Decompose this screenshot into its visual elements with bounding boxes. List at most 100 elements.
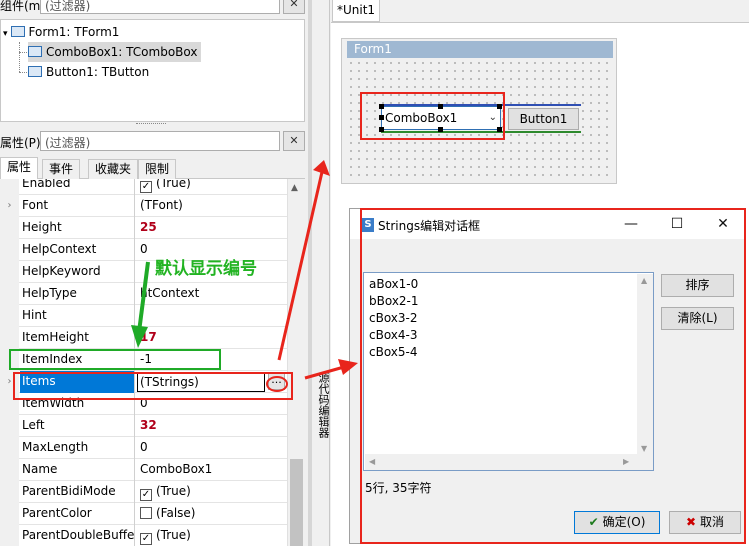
property-row-parentbidimode[interactable]: ParentBidiMode ✓ (True) <box>0 481 287 503</box>
property-row-left[interactable]: Left 32 <box>0 415 287 437</box>
property-filter-label: 属性(P) <box>0 136 41 150</box>
property-value-text: htContext <box>140 286 200 300</box>
property-value[interactable]: (False) <box>137 503 287 525</box>
property-value-text: (False) <box>156 506 196 520</box>
annotation-itemindex-highlight <box>9 349 221 370</box>
tree-connector <box>19 42 20 72</box>
combobox-icon <box>28 46 42 57</box>
property-row-name[interactable]: Name ComboBox1 <box>0 459 287 481</box>
property-value[interactable]: htContext <box>137 283 287 305</box>
tree-node-form1[interactable]: ▾ Form1: TForm1 <box>3 22 119 42</box>
expand-icon[interactable]: › <box>0 195 19 217</box>
property-row-maxlength[interactable]: MaxLength 0 <box>0 437 287 459</box>
property-value[interactable]: 32 <box>137 415 287 437</box>
collapse-icon[interactable]: ▾ <box>3 29 8 39</box>
component-tree: ▾ Form1: TForm1 ComboBox1: TComboBox Butt… <box>0 19 305 122</box>
property-name: Name <box>20 459 135 481</box>
property-value-text: 32 <box>140 418 157 432</box>
property-value[interactable]: ComboBox1 <box>137 459 287 481</box>
clear-filter-icon[interactable]: ✕ <box>283 131 305 151</box>
checkbox[interactable]: ✓ <box>140 181 152 193</box>
form1-title: Form1 <box>347 41 613 58</box>
tab-properties[interactable]: 属性 <box>0 157 39 179</box>
row-gutter <box>0 239 19 261</box>
tab-events[interactable]: 事件 <box>42 159 81 179</box>
tree-connector <box>19 72 27 73</box>
property-value-text: (True) <box>156 484 191 498</box>
side-tab-strip <box>312 0 330 546</box>
component-filter-row: 组件(m) (过滤器) ✕ <box>0 0 308 16</box>
property-value-text: 0 <box>140 440 148 454</box>
property-row-hint[interactable]: Hint <box>0 305 287 327</box>
button1[interactable]: Button1 <box>508 108 579 130</box>
property-row-font[interactable]: › Font (TFont) <box>0 195 287 217</box>
property-filter-row: 属性(P) (过滤器) ✕ <box>0 131 308 153</box>
source-editor-side-tab[interactable]: 源代码编辑器 <box>313 372 330 438</box>
button-icon <box>28 66 42 77</box>
property-grid-scrollbar[interactable]: ▲ <box>287 179 305 546</box>
property-name: HelpContext <box>20 239 135 261</box>
form-icon <box>10 26 25 37</box>
property-name: ParentColor <box>20 503 135 525</box>
property-row-height[interactable]: Height 25 <box>0 217 287 239</box>
scrollbar-thumb[interactable] <box>290 459 303 546</box>
row-gutter <box>0 481 19 503</box>
row-gutter <box>0 283 19 305</box>
property-name: HelpType <box>20 283 135 305</box>
annotation-dialog-highlight <box>360 208 746 544</box>
checkbox[interactable]: ✓ <box>140 533 152 545</box>
property-value[interactable]: 17 <box>137 327 287 349</box>
annotation-label: 默认显示编号 <box>155 259 257 279</box>
property-value[interactable]: 0 <box>137 437 287 459</box>
property-row-helptype[interactable]: HelpType htContext <box>0 283 287 305</box>
tree-node-combobox1[interactable]: ComboBox1: TComboBox <box>28 42 202 62</box>
row-gutter <box>0 459 19 481</box>
property-value[interactable]: ✓ (True) <box>137 525 287 546</box>
component-filter-input[interactable]: (过滤器) <box>40 0 280 14</box>
row-gutter <box>0 305 19 327</box>
tree-node-button1[interactable]: Button1: TButton <box>28 62 149 82</box>
property-value-text: 17 <box>140 330 157 344</box>
property-value-text: 0 <box>140 242 148 256</box>
property-value[interactable]: ✓ (True) <box>137 481 287 503</box>
property-name: ParentDoubleBuffered <box>20 525 135 546</box>
tab-restrictions[interactable]: 限制 <box>138 159 177 179</box>
row-gutter <box>0 525 19 546</box>
checkbox[interactable]: ✓ <box>140 489 152 501</box>
property-row-enabled[interactable]: Enabled ✓ (True) <box>0 179 287 195</box>
property-name: MaxLength <box>20 437 135 459</box>
property-name: ParentBidiMode <box>20 481 135 503</box>
tree-connector <box>19 52 27 53</box>
row-gutter <box>0 179 19 195</box>
row-gutter <box>0 261 19 283</box>
property-value[interactable]: ✓ (True) <box>137 179 287 195</box>
property-filter-input[interactable]: (过滤器) <box>40 131 280 151</box>
property-name: Height <box>20 217 135 239</box>
property-value-text: (True) <box>156 528 191 542</box>
row-gutter <box>0 503 19 525</box>
scroll-up-icon[interactable]: ▲ <box>291 183 298 193</box>
tab-favorites[interactable]: 收藏夹 <box>88 159 139 179</box>
property-value[interactable]: (TFont) <box>137 195 287 217</box>
property-name: Enabled <box>20 179 135 195</box>
property-name: Left <box>20 415 135 437</box>
splitter-grip[interactable] <box>136 123 166 127</box>
property-name: HelpKeyword <box>20 261 135 283</box>
property-row-parentdoublebuffered[interactable]: ParentDoubleBuffered ✓ (True) <box>0 525 287 546</box>
annotation-combobox-highlight <box>360 92 505 140</box>
property-value-text: (TFont) <box>140 198 183 212</box>
clear-filter-icon[interactable]: ✕ <box>283 0 305 14</box>
annotation-items-highlight <box>13 372 293 400</box>
property-name: Hint <box>20 305 135 327</box>
inspector-tabs: 属性 事件 收藏夹 限制 <box>0 157 305 179</box>
property-value-text: (True) <box>156 179 191 190</box>
property-row-itemheight[interactable]: ItemHeight 17 <box>0 327 287 349</box>
property-name: Font <box>20 195 135 217</box>
property-name: ItemHeight <box>20 327 135 349</box>
property-row-parentcolor[interactable]: ParentColor (False) <box>0 503 287 525</box>
tab-unit1[interactable]: *Unit1 <box>332 0 380 22</box>
checkbox[interactable] <box>140 507 152 519</box>
property-value[interactable]: 25 <box>137 217 287 239</box>
property-value[interactable] <box>137 305 287 327</box>
row-gutter <box>0 437 19 459</box>
